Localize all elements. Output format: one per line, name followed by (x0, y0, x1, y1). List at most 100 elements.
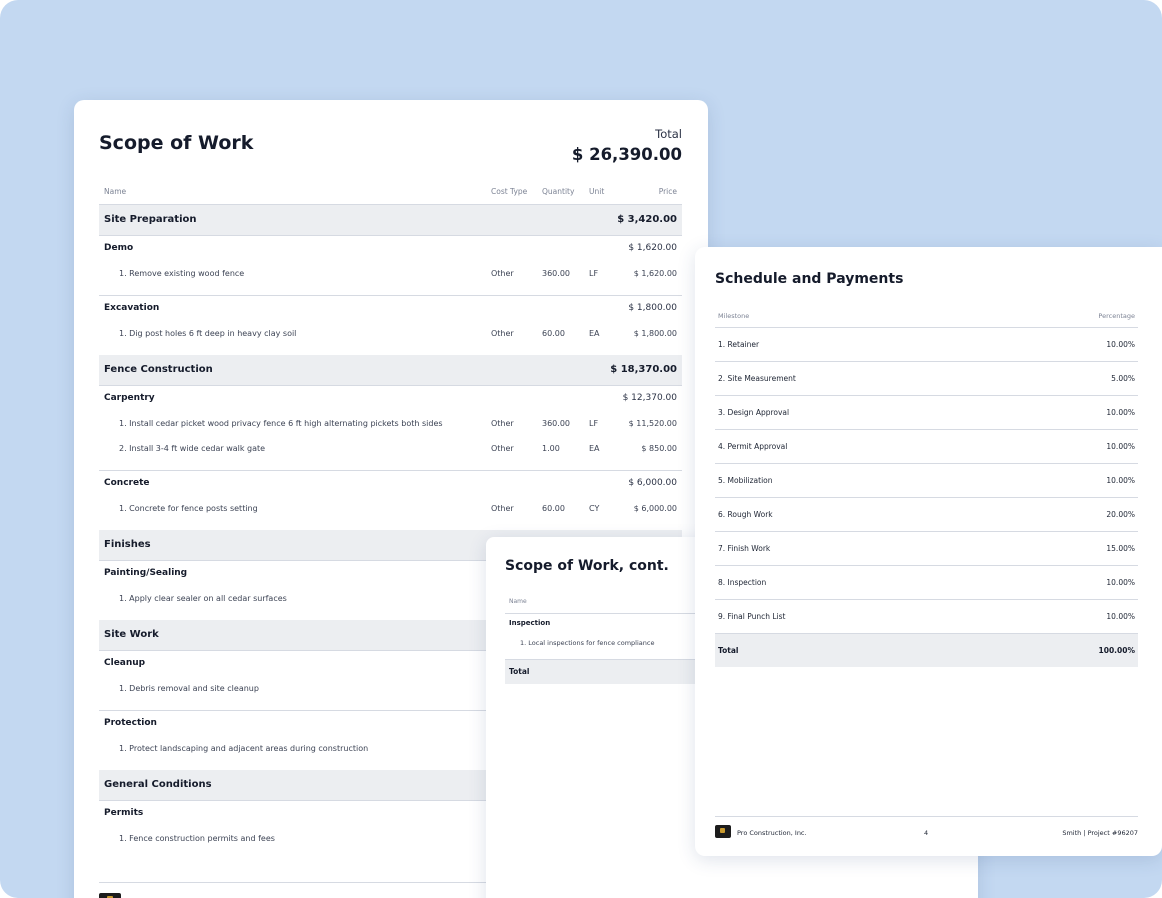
company-name: Pro Construction, Inc. (737, 829, 807, 837)
item-name: 1. Local inspections for fence complianc… (520, 639, 655, 647)
backdrop: Scope of Work Total $ 26,390.00 Name Cos… (0, 0, 1162, 898)
item-name: 1. Debris removal and site cleanup (119, 684, 259, 693)
line-item: 1. Dig post holes 6 ft deep in heavy cla… (99, 321, 682, 355)
milestone-name: 9. Final Punch List (718, 612, 786, 621)
milestone-name: 6. Rough Work (718, 510, 773, 519)
total-value: $ 26,390.00 (571, 145, 682, 164)
group-row: Concrete $ 6,000.00 (99, 471, 682, 496)
total-label: Total (509, 667, 530, 676)
group-row: Demo $ 1,620.00 (99, 236, 682, 261)
item-cost-type: Other (491, 419, 514, 428)
page-title: Scope of Work (99, 132, 254, 154)
item-quantity: 60.00 (542, 329, 565, 338)
milestone-percentage: 10.00% (1106, 578, 1135, 587)
table-row: 7. Finish Work 15.00% (715, 532, 1138, 566)
header-milestone: Milestone (718, 312, 750, 320)
milestone-name: 4. Permit Approval (718, 442, 788, 451)
milestone-percentage: 20.00% (1106, 510, 1135, 519)
table-row: 2. Site Measurement 5.00% (715, 362, 1138, 396)
schedule-payments-page: Schedule and Payments Milestone Percenta… (695, 247, 1162, 856)
group-name: Carpentry (104, 393, 155, 403)
item-unit: LF (589, 269, 599, 278)
milestone-percentage: 10.00% (1106, 340, 1135, 349)
group-name: Inspection (509, 619, 551, 627)
section-name: Fence Construction (104, 364, 213, 375)
table-row: 6. Rough Work 20.00% (715, 498, 1138, 532)
schedule-table: Milestone Percentage 1. Retainer 10.00% … (715, 309, 1138, 667)
item-name: 2. Install 3-4 ft wide cedar walk gate (119, 444, 266, 453)
section-name: Site Preparation (104, 214, 197, 225)
group-name: Permits (104, 808, 144, 818)
header-name: Name (509, 598, 527, 605)
group-price: $ 6,000.00 (628, 478, 677, 488)
milestone-percentage: 10.00% (1106, 408, 1135, 417)
milestone-percentage: 10.00% (1106, 612, 1135, 621)
table-row: 4. Permit Approval 10.00% (715, 430, 1138, 464)
group-name: Concrete (104, 478, 150, 488)
table-header: Milestone Percentage (715, 309, 1138, 328)
header-quantity: Quantity (542, 187, 575, 196)
total-label: Total (655, 127, 682, 141)
item-quantity: 60.00 (542, 504, 565, 513)
header-cost-type: Cost Type (491, 187, 528, 196)
item-cost-type: Other (491, 329, 514, 338)
table-row: 1. Retainer 10.00% (715, 328, 1138, 362)
milestone-name: 1. Retainer (718, 340, 760, 349)
item-price: $ 11,520.00 (628, 419, 677, 428)
table-row: 3. Design Approval 10.00% (715, 396, 1138, 430)
item-price: $ 850.00 (641, 444, 677, 453)
group-row: Excavation $ 1,800.00 (99, 296, 682, 321)
item-price: $ 1,800.00 (633, 329, 677, 338)
page-title: Schedule and Payments (715, 271, 904, 287)
item-cost-type: Other (491, 269, 514, 278)
line-item: 1. Remove existing wood fence Other 360.… (99, 261, 682, 296)
section-name: Site Work (104, 629, 159, 640)
milestone-name: 7. Finish Work (718, 544, 771, 553)
header-name: Name (104, 187, 127, 196)
line-item: 2. Install 3-4 ft wide cedar walk gate O… (99, 436, 682, 471)
section-row: Site Preparation $ 3,420.00 (99, 205, 682, 236)
item-cost-type: Other (491, 504, 514, 513)
section-price: $ 3,420.00 (617, 214, 677, 225)
section-name: Finishes (104, 539, 151, 550)
milestone-percentage: 5.00% (1111, 374, 1135, 383)
section-row: Fence Construction $ 18,370.00 (99, 355, 682, 386)
section-price: $ 18,370.00 (610, 364, 677, 375)
item-unit: LF (589, 419, 599, 428)
group-price: $ 1,800.00 (628, 303, 677, 313)
company-logo-icon (715, 825, 731, 838)
item-name: 1. Concrete for fence posts setting (119, 504, 258, 513)
group-price: $ 1,620.00 (628, 243, 677, 253)
item-name: 1. Remove existing wood fence (119, 269, 245, 278)
milestone-percentage: 15.00% (1106, 544, 1135, 553)
milestone-name: 2. Site Measurement (718, 374, 796, 383)
total-value: 100.00% (1098, 646, 1135, 655)
milestone-percentage: 10.00% (1106, 476, 1135, 485)
item-unit: CY (589, 504, 600, 513)
company-logo-icon (99, 893, 121, 898)
group-price: $ 12,370.00 (622, 393, 677, 403)
table-header: Name Cost Type Quantity Unit Price (99, 182, 682, 205)
group-name: Cleanup (104, 658, 146, 668)
milestone-percentage: 10.00% (1106, 442, 1135, 451)
line-item: 1. Install cedar picket wood privacy fen… (99, 411, 682, 436)
header-percentage: Percentage (1098, 312, 1135, 320)
total-row: Total 100.00% (715, 634, 1138, 667)
item-name: 1. Dig post holes 6 ft deep in heavy cla… (119, 329, 297, 338)
item-name: 1. Fence construction permits and fees (119, 834, 275, 843)
item-name: 1. Protect landscaping and adjacent area… (119, 744, 369, 753)
milestone-name: 3. Design Approval (718, 408, 790, 417)
group-name: Protection (104, 718, 157, 728)
item-unit: EA (589, 329, 600, 338)
item-name: 1. Apply clear sealer on all cedar surfa… (119, 594, 287, 603)
item-price: $ 1,620.00 (633, 269, 677, 278)
table-row: 5. Mobilization 10.00% (715, 464, 1138, 498)
milestone-name: 8. Inspection (718, 578, 767, 587)
group-name: Excavation (104, 303, 160, 313)
item-price: $ 6,000.00 (633, 504, 677, 513)
table-row: 9. Final Punch List 10.00% (715, 600, 1138, 634)
milestone-name: 5. Mobilization (718, 476, 773, 485)
header-unit: Unit (589, 187, 605, 196)
total-label: Total (718, 646, 739, 655)
line-item: 1. Concrete for fence posts setting Othe… (99, 496, 682, 530)
